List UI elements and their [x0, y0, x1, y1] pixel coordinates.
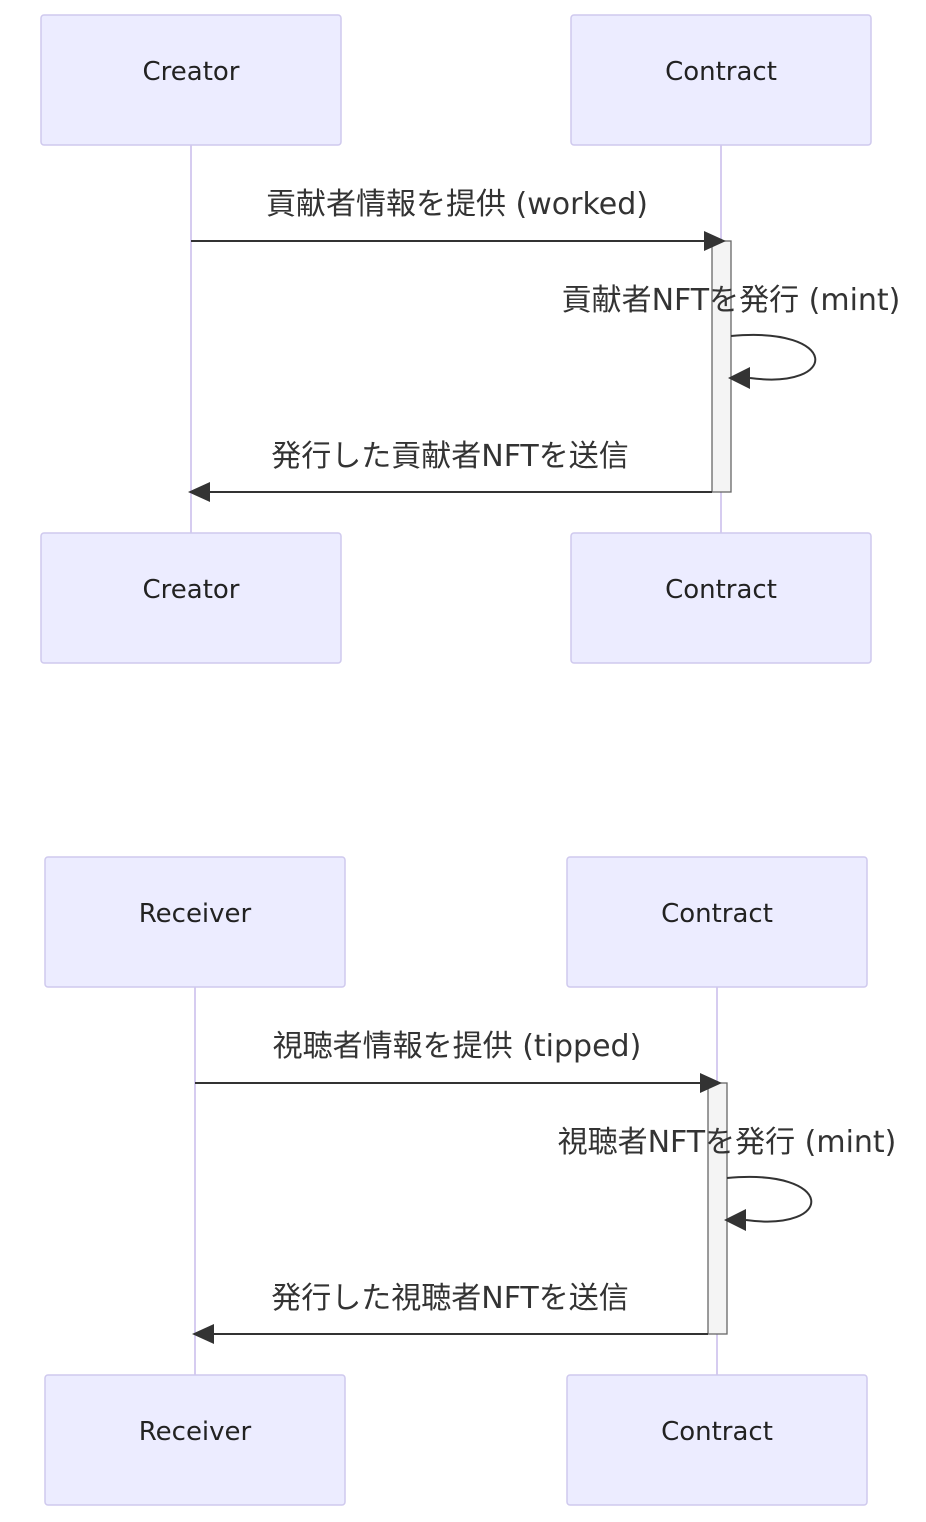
participant-top-left: Receiver — [44, 856, 346, 988]
participant-label: Contract — [661, 899, 773, 929]
message-label: 貢献者情報を提供 (worked) — [266, 187, 648, 222]
participant-top-right: Contract — [566, 856, 868, 988]
participant-label: Receiver — [139, 1417, 252, 1447]
participant-top-left: Creator — [40, 14, 342, 146]
message-response: 発行した視聴者NFTを送信 — [192, 1281, 708, 1344]
message-label: 視聴者情報を提供 (tipped) — [273, 1029, 642, 1064]
participant-bottom-left: Creator — [40, 532, 342, 664]
participant-bottom-left: Receiver — [44, 1374, 346, 1506]
activation-bar — [707, 1082, 728, 1335]
participant-label: Creator — [143, 575, 240, 605]
message-label: 発行した視聴者NFTを送信 — [271, 1281, 629, 1316]
participant-label: Contract — [665, 575, 777, 605]
message-label: 貢献者NFTを発行 (mint) — [562, 283, 901, 318]
message-response: 発行した貢献者NFTを送信 — [188, 439, 712, 502]
participant-label: Contract — [665, 57, 777, 87]
participant-top-right: Contract — [570, 14, 872, 146]
sequence-diagram-2: Receiver Contract 視聴者情報を提供 (tipped) 視聴者N… — [0, 842, 926, 1522]
message-label: 視聴者NFTを発行 (mint) — [558, 1125, 897, 1160]
message-label: 発行した貢献者NFTを送信 — [271, 439, 629, 474]
activation-bar — [711, 240, 732, 493]
message-request: 貢献者情報を提供 (worked) — [191, 187, 726, 251]
participant-label: Contract — [661, 1417, 773, 1447]
message-request: 視聴者情報を提供 (tipped) — [195, 1029, 722, 1093]
participant-bottom-right: Contract — [566, 1374, 868, 1506]
participant-label: Receiver — [139, 899, 252, 929]
participant-bottom-right: Contract — [570, 532, 872, 664]
participant-label: Creator — [143, 57, 240, 87]
sequence-diagram-1: Creator Contract 貢献者情報を提供 (worked) 貢献者NF… — [0, 0, 926, 680]
